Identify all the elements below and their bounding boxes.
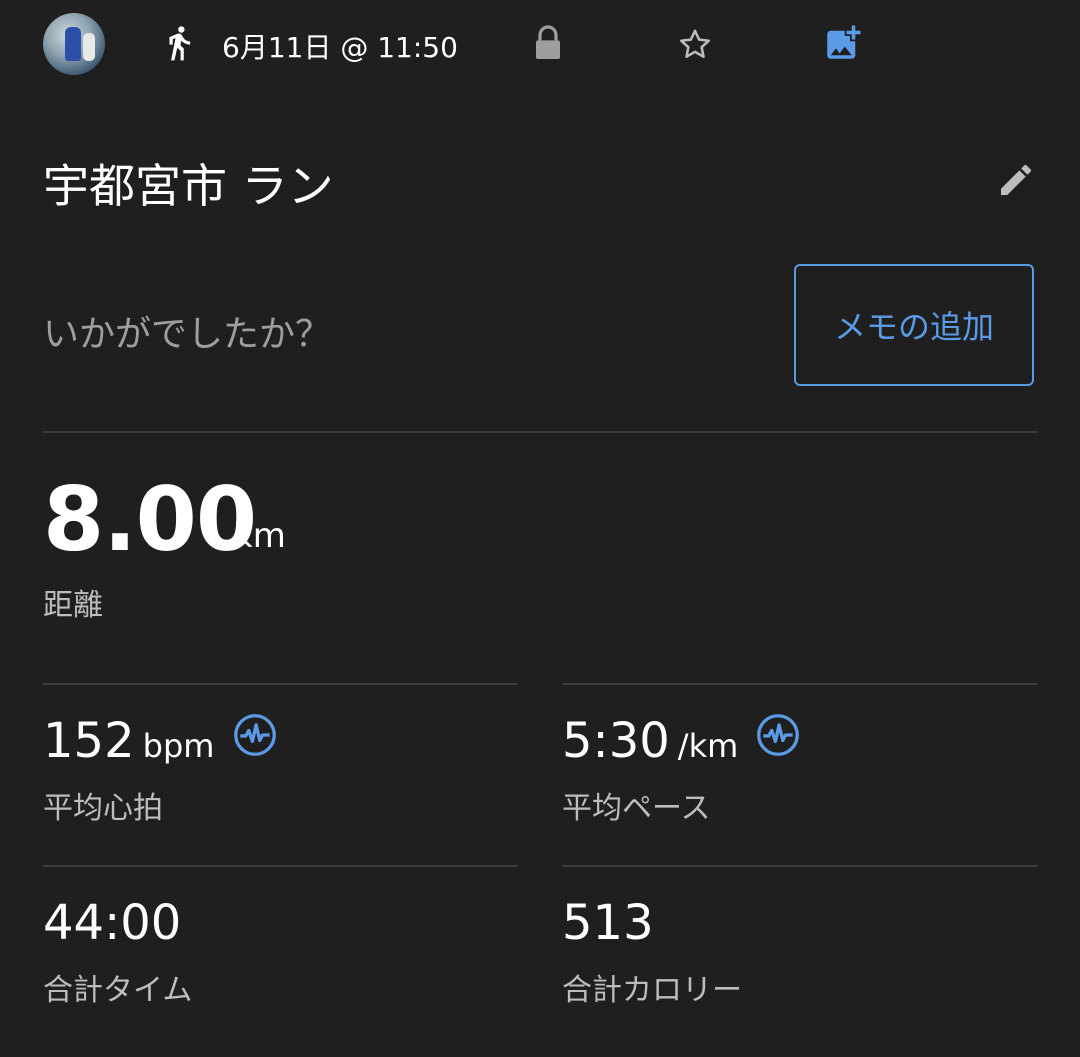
pulse-icon[interactable] [233, 713, 277, 757]
add-photo-icon[interactable] [822, 22, 864, 64]
avg-pace-value: 5:30/km [562, 713, 738, 769]
distance-unit: km [233, 516, 286, 556]
avg-pace-number: 5:30 [562, 713, 670, 769]
avg-pace-label: 平均ペース [562, 791, 711, 826]
divider [562, 865, 1038, 867]
divider [562, 683, 1038, 685]
divider [43, 865, 518, 867]
pulse-icon[interactable] [756, 713, 800, 757]
running-icon [169, 26, 191, 61]
avg-heart-rate-number: 152 [43, 713, 135, 769]
total-calories-value: 513 [562, 895, 654, 951]
avg-heart-rate-unit: bpm [142, 727, 215, 765]
divider [43, 431, 1038, 433]
distance-label: 距離 [43, 588, 103, 623]
activity-date-time: 6月11日 @ 11:50 [222, 31, 458, 64]
divider [43, 683, 518, 685]
avatar[interactable] [43, 13, 105, 75]
feeling-prompt[interactable]: いかがでしたか？ [43, 305, 331, 357]
avg-heart-rate-value: 152 bpm [43, 713, 214, 769]
total-time-value: 44:00 [43, 895, 182, 951]
activity-header: 6月11日 @ 11:50 [0, 0, 1080, 92]
activity-title: 宇都宮市 ラン [43, 159, 334, 213]
pencil-icon[interactable] [996, 160, 1036, 200]
star-icon[interactable] [676, 26, 714, 64]
add-memo-button[interactable]: メモの追加 [794, 264, 1034, 386]
avg-pace-unit: /km [677, 727, 739, 765]
avg-heart-rate-label: 平均心拍 [43, 791, 163, 826]
distance-value: 8.00 [43, 468, 257, 571]
total-time-label: 合計タイム [43, 973, 193, 1008]
total-calories-label: 合計カロリー [562, 973, 742, 1008]
avatar-figure [65, 27, 81, 61]
lock-icon[interactable] [532, 24, 564, 62]
avatar-figure-secondary [83, 33, 95, 61]
